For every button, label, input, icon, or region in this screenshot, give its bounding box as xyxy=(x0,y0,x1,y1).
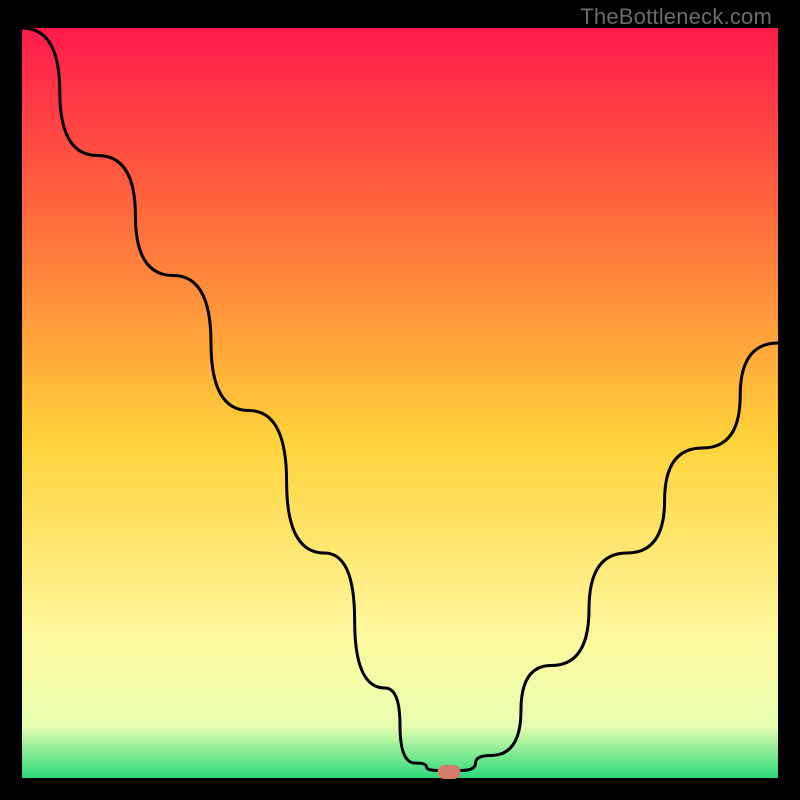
watermark-text: TheBottleneck.com xyxy=(580,4,772,30)
optimum-marker xyxy=(438,765,461,779)
chart-frame: TheBottleneck.com xyxy=(0,0,800,800)
plot-area xyxy=(22,28,778,778)
